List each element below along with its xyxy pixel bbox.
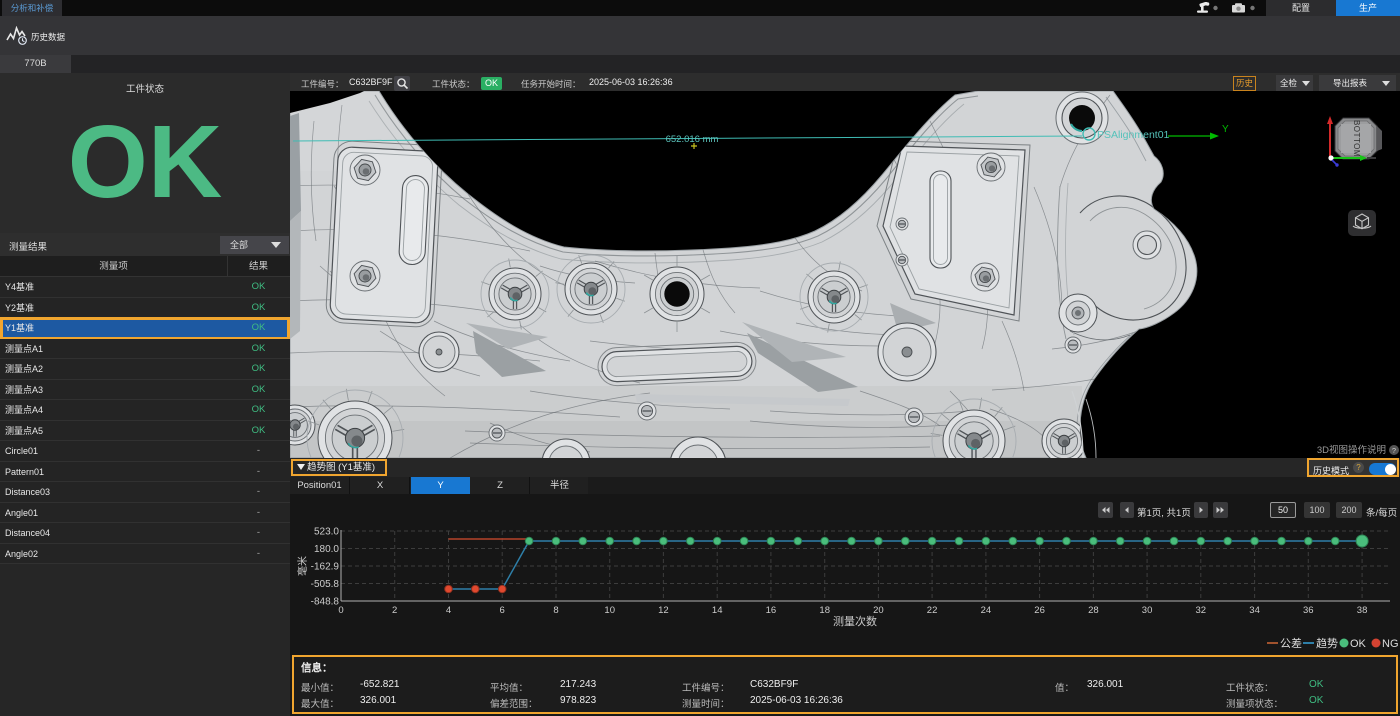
svg-text:-162.9: -162.9 bbox=[311, 562, 340, 573]
svg-text:毫米: 毫米 bbox=[296, 556, 309, 576]
svg-text:测量次数: 测量次数 bbox=[833, 614, 877, 628]
svg-text:BOTTOM: BOTTOM bbox=[1352, 120, 1361, 157]
svg-text:28: 28 bbox=[1088, 605, 1099, 616]
svg-text:0: 0 bbox=[338, 605, 343, 616]
svg-text:14: 14 bbox=[712, 605, 723, 616]
svg-text:24: 24 bbox=[981, 605, 992, 616]
svg-text:8: 8 bbox=[553, 605, 558, 616]
svg-text:NG: NG bbox=[1382, 638, 1399, 650]
svg-text:12: 12 bbox=[658, 605, 669, 616]
svg-text:4: 4 bbox=[446, 605, 451, 616]
svg-text:18: 18 bbox=[819, 605, 830, 616]
svg-text:3D视图操作说明: 3D视图操作说明 bbox=[1317, 444, 1386, 456]
svg-text:PSAlignment01: PSAlignment01 bbox=[1097, 129, 1170, 141]
svg-text:2: 2 bbox=[392, 605, 397, 616]
svg-text:26: 26 bbox=[1034, 605, 1045, 616]
svg-text:趋势: 趋势 bbox=[1316, 637, 1338, 650]
svg-text:?: ? bbox=[1392, 446, 1396, 455]
svg-text:10: 10 bbox=[604, 605, 615, 616]
svg-text:30: 30 bbox=[1142, 605, 1153, 616]
svg-text:20: 20 bbox=[873, 605, 884, 616]
svg-text:-848.8: -848.8 bbox=[311, 597, 340, 608]
svg-text:Y: Y bbox=[1222, 124, 1229, 135]
svg-text:34: 34 bbox=[1249, 605, 1260, 616]
svg-text:22: 22 bbox=[927, 605, 938, 616]
svg-text:36: 36 bbox=[1303, 605, 1314, 616]
svg-text:38: 38 bbox=[1357, 605, 1368, 616]
svg-text:180.0: 180.0 bbox=[314, 544, 339, 555]
svg-text:652.016 mm: 652.016 mm bbox=[666, 134, 719, 145]
svg-text:公差: 公差 bbox=[1280, 636, 1302, 650]
svg-text:32: 32 bbox=[1196, 605, 1207, 616]
svg-text:523.0: 523.0 bbox=[314, 527, 339, 538]
svg-text:-505.8: -505.8 bbox=[311, 579, 340, 590]
svg-text:16: 16 bbox=[766, 605, 777, 616]
svg-text:6: 6 bbox=[500, 605, 505, 616]
svg-text:OK: OK bbox=[1350, 638, 1367, 650]
